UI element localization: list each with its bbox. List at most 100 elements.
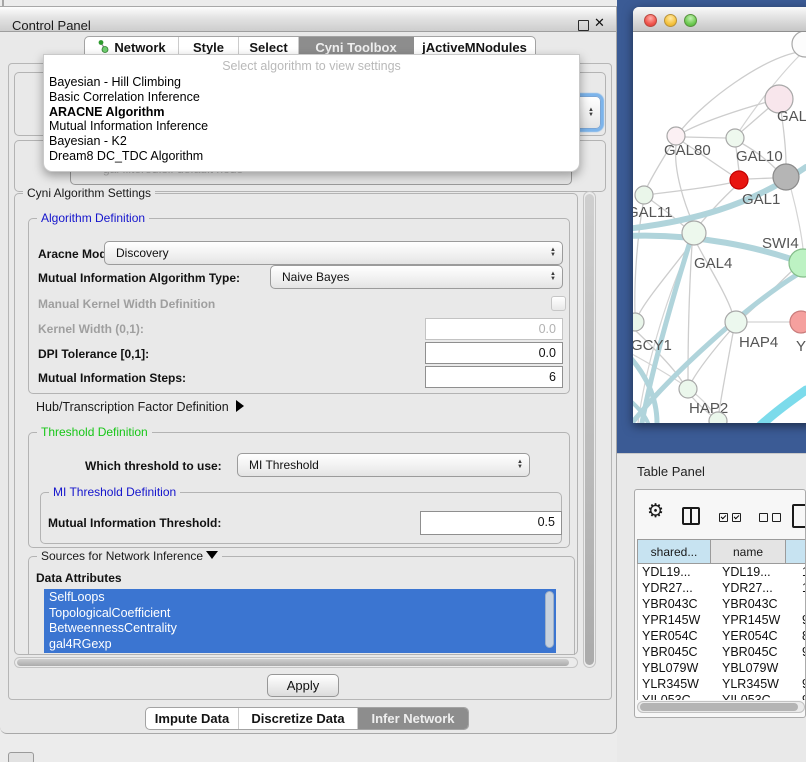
checkbox-unchecked-icon[interactable] — [772, 513, 781, 522]
cell-name: YER054C — [714, 629, 796, 643]
attribute-list-item[interactable]: SelfLoops — [49, 590, 556, 606]
settings-hscrollbar-thumb[interactable] — [17, 659, 569, 666]
column-header-partial[interactable] — [786, 539, 806, 564]
network-edge — [685, 137, 726, 138]
network-node[interactable] — [726, 129, 744, 147]
manual-kernel-checkbox[interactable] — [551, 296, 566, 311]
combo-stepper-icon: ▲▼ — [550, 272, 556, 282]
tab-label: Style — [193, 40, 224, 55]
minimize-traffic-light[interactable] — [664, 14, 677, 27]
cell-name: YBL079W — [714, 661, 796, 675]
data-attributes-list[interactable]: SelfLoops TopologicalCoefficient Between… — [44, 589, 556, 653]
zoom-traffic-light[interactable] — [684, 14, 697, 27]
algorithm-placeholder: Select algorithm to view settings — [44, 59, 579, 73]
table-row[interactable]: YPR145W YPR145W 9. — [638, 612, 806, 628]
attribute-list-item[interactable]: gal4RGexp — [49, 637, 556, 653]
checkbox-unchecked-icon[interactable] — [759, 513, 768, 522]
column-header-shared-name[interactable]: shared... — [637, 539, 711, 564]
node-label: Y — [796, 338, 806, 355]
network-node[interactable] — [633, 313, 644, 331]
table-hscrollbar[interactable] — [637, 701, 805, 713]
table-row[interactable]: YDR27... YDR27... 12 — [638, 580, 806, 596]
apply-button-label: Apply — [287, 678, 320, 693]
kernel-width-field[interactable]: 0.0 — [425, 318, 563, 340]
kernel-width-label: Kernel Width (0,1): — [38, 322, 144, 336]
algorithm-list: Bayesian - Hill Climbing Basic Correlati… — [44, 75, 579, 164]
table-row[interactable]: YBL079W YBL079W — [638, 660, 806, 676]
attribute-list-item[interactable]: BetweennessCentrality — [49, 621, 556, 637]
table-row[interactable]: YER054C YER054C 8. — [638, 628, 806, 644]
cell-name: YBR045C — [714, 645, 796, 659]
table-row[interactable]: YIL053C YIL053C 9 — [638, 692, 806, 700]
column-header-name[interactable]: name — [711, 539, 786, 564]
mi-type-combo[interactable]: Naive Bayes ▲▼ — [270, 265, 563, 289]
checkbox-checked-icon[interactable] — [732, 513, 741, 522]
algorithm-list-item[interactable]: Mutual Information Inference — [49, 119, 579, 134]
table-row[interactable]: YBR045C YBR045C 9. — [638, 644, 806, 660]
network-node[interactable] — [789, 249, 806, 277]
cell-shared-name: YLR345W — [638, 677, 714, 691]
network-node[interactable] — [725, 311, 747, 333]
table-row[interactable]: YDL19... YDL19... 13 — [638, 564, 806, 580]
network-node[interactable] — [635, 186, 653, 204]
group-title: Threshold Definition — [37, 425, 152, 439]
network-node[interactable] — [679, 380, 697, 398]
mi-threshold-field[interactable]: 0.5 — [420, 511, 562, 535]
close-icon[interactable]: ✕ — [594, 15, 605, 31]
network-node[interactable] — [773, 164, 799, 190]
network-node[interactable] — [682, 221, 706, 245]
tab-label: Cyni Toolbox — [315, 40, 396, 55]
hub-section-toggle[interactable]: Hub/Transcription Factor Definition — [36, 400, 244, 414]
cell-shared-name: YBL079W — [638, 661, 714, 675]
data-attributes-label: Data Attributes — [36, 571, 122, 585]
new-table-icon[interactable] — [792, 504, 806, 528]
algorithm-list-item[interactable]: Dream8 DC_TDC Algorithm — [49, 149, 579, 164]
collapse-arrow-icon[interactable] — [206, 551, 218, 559]
network-window-titlebar — [633, 7, 806, 32]
mi-steps-field[interactable]: 6 — [425, 366, 563, 388]
algorithm-list-item[interactable]: Basic Correlation Inference — [49, 90, 579, 105]
checkbox-checked-icon[interactable] — [719, 513, 728, 522]
aracne-mode-combo[interactable]: Discovery ▲▼ — [104, 241, 563, 265]
float-window-icon[interactable] — [578, 20, 589, 31]
gear-icon[interactable]: ⚙ — [647, 502, 664, 521]
algorithm-list-item[interactable]: ARACNE Algorithm — [49, 105, 579, 120]
algorithm-list-item[interactable]: Bayesian - K2 — [49, 134, 579, 149]
tab-discretize-data[interactable]: Discretize Data — [239, 708, 358, 729]
table-hscrollbar-thumb[interactable] — [640, 703, 798, 711]
tab-infer-network[interactable]: Infer Network — [358, 708, 468, 729]
attribute-list-item[interactable]: TopologicalCoefficient — [49, 606, 556, 622]
node-label: GAL1 — [742, 191, 780, 208]
settings-vscrollbar-thumb[interactable] — [585, 194, 594, 665]
apply-button[interactable]: Apply — [267, 674, 339, 697]
split-columns-icon[interactable] — [682, 507, 700, 525]
cell-shared-name: YIL053C — [638, 693, 714, 700]
settings-vscrollbar[interactable] — [583, 191, 596, 668]
cell-name: YDR27... — [714, 581, 796, 595]
table-row[interactable]: YBR043C YBR043C — [638, 596, 806, 612]
network-canvas-container[interactable]: GALGAL80GAL10GAL1GAL11GAL4SWI4GCY1HAP4YH… — [633, 32, 806, 423]
cell-shared-name: YER054C — [638, 629, 714, 643]
tab-label: jActiveMNodules — [422, 40, 527, 55]
expand-arrow-icon[interactable] — [236, 400, 244, 412]
list-scrollbar-thumb[interactable] — [545, 591, 554, 648]
dpi-tolerance-field[interactable]: 0.0 — [425, 342, 563, 364]
tab-impute-data[interactable]: Impute Data — [146, 708, 239, 729]
which-threshold-combo[interactable]: MI Threshold ▲▼ — [237, 453, 530, 477]
settings-hscrollbar[interactable] — [14, 657, 578, 668]
cell-name: YLR345W — [714, 677, 796, 691]
close-traffic-light[interactable] — [644, 14, 657, 27]
minimized-panel-chip[interactable] — [8, 752, 34, 762]
cell-name: YIL053C — [714, 693, 796, 700]
mi-type-label: Mutual Information Algorithm Type: — [38, 271, 240, 285]
node-label: HAP4 — [739, 334, 778, 351]
algorithm-list-item[interactable]: Bayesian - Hill Climbing — [49, 75, 579, 90]
table-row[interactable]: YLR345W YLR345W 9. — [638, 676, 806, 692]
group-title: Algorithm Definition — [37, 211, 149, 225]
cell-shared-name: YBR043C — [638, 597, 714, 611]
cell-value: 13 — [796, 565, 806, 579]
network-node[interactable] — [790, 311, 806, 333]
mi-type-value: Naive Bayes — [282, 270, 349, 284]
network-node[interactable] — [730, 171, 748, 189]
cell-value: 12 — [796, 581, 806, 595]
